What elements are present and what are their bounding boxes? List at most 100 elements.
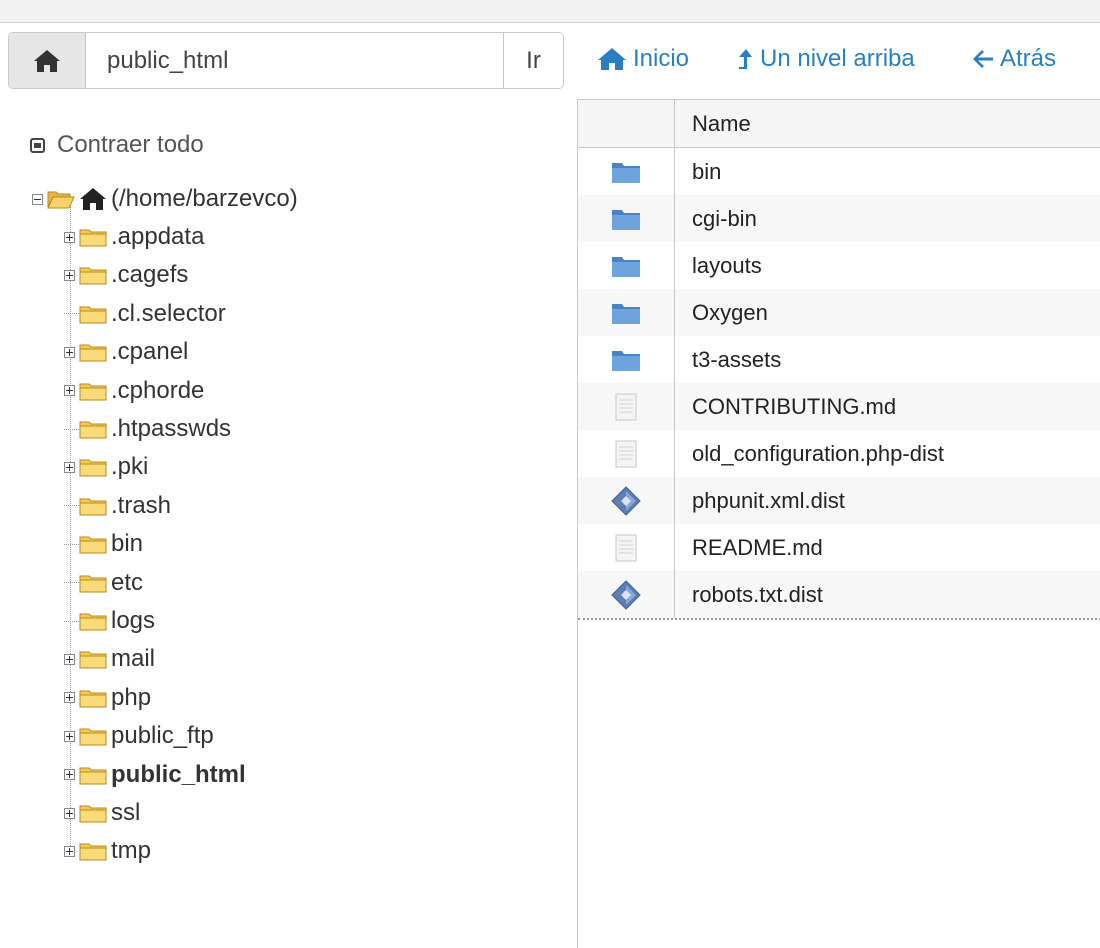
tree-item[interactable]: public_ftp	[64, 717, 214, 755]
tree-connector	[64, 313, 79, 315]
file-name[interactable]: phpunit.xml.dist	[675, 477, 1100, 524]
tree-item-label: .cagefs	[111, 261, 189, 289]
expand-toggle[interactable]	[64, 461, 75, 473]
name-column-header[interactable]: Name	[675, 100, 1100, 147]
expand-toggle[interactable]	[64, 269, 75, 281]
folder-icon	[79, 421, 107, 439]
file-row[interactable]: CONTRIBUTING.md	[578, 383, 1100, 430]
file-icon-cell	[578, 477, 675, 524]
tree-root[interactable]: (/home/barzevco)	[32, 180, 298, 218]
file-row[interactable]: robots.txt.dist	[578, 571, 1100, 618]
tree-connector	[64, 620, 79, 622]
file-name[interactable]: bin	[675, 148, 1100, 195]
folder-icon	[612, 162, 640, 183]
tree-item-label: ssl	[111, 799, 141, 826]
folder-icon	[79, 267, 107, 285]
open-folder-icon	[47, 191, 75, 209]
tree-item[interactable]: bin	[64, 525, 143, 563]
document-icon	[615, 534, 637, 561]
tree-item-label: logs	[111, 607, 156, 634]
file-icon-cell	[578, 242, 675, 289]
tree-item-label: public_html	[111, 760, 246, 788]
up-one-level-link[interactable]: Un nivel arriba	[738, 45, 915, 73]
tree-item-label: tmp	[111, 837, 152, 865]
tree-item[interactable]: .cl.selector	[64, 295, 226, 333]
file-row[interactable]: old_configuration.php-dist	[578, 430, 1100, 477]
tree-item-label: php	[111, 683, 152, 711]
tree-item[interactable]: ssl	[64, 794, 140, 832]
tree-item-label: .htpasswds	[111, 415, 232, 442]
collapse-icon	[30, 137, 45, 153]
home-icon	[80, 188, 106, 210]
tree-item[interactable]: .cphorde	[64, 372, 204, 410]
folder-icon	[79, 805, 107, 823]
tree-item[interactable]: .appdata	[64, 218, 204, 256]
file-name[interactable]: README.md	[675, 524, 1100, 571]
tree-item[interactable]: tmp	[64, 832, 151, 870]
file-row[interactable]: cgi-bin	[578, 195, 1100, 242]
file-row[interactable]: phpunit.xml.dist	[578, 477, 1100, 524]
file-icon-cell	[578, 289, 675, 336]
collapse-toggle[interactable]	[32, 193, 43, 205]
tree-item[interactable]: logs	[64, 602, 155, 640]
tree-root-label: (/home/barzevco)	[111, 185, 298, 212]
tree-item[interactable]: public_html	[64, 756, 246, 794]
expand-toggle[interactable]	[64, 845, 75, 857]
tree-item[interactable]: .trash	[64, 487, 171, 525]
go-button[interactable]: Ir	[503, 33, 563, 88]
file-name[interactable]: old_configuration.php-dist	[675, 430, 1100, 477]
document-icon	[615, 393, 637, 420]
tree-item[interactable]: .htpasswds	[64, 410, 231, 448]
tree-item[interactable]: mail	[64, 640, 155, 678]
expand-toggle[interactable]	[64, 769, 75, 781]
folder-icon	[79, 728, 107, 746]
tree-item[interactable]: .cpanel	[64, 333, 188, 371]
file-row[interactable]: layouts	[578, 242, 1100, 289]
back-link[interactable]: Atrás	[972, 45, 1056, 73]
file-icon-cell	[578, 383, 675, 430]
file-icon-cell	[578, 571, 675, 618]
directory-tree: (/home/barzevco) .appdata .cagefs .cl.sele…	[0, 180, 560, 880]
expand-toggle[interactable]	[64, 346, 75, 358]
home-directory-button[interactable]	[9, 33, 86, 88]
window-top-strip	[0, 0, 1100, 23]
folder-icon	[79, 383, 107, 401]
tree-connector	[64, 543, 79, 545]
file-name[interactable]: Oxygen	[675, 289, 1100, 336]
folder-icon	[612, 350, 640, 371]
file-row[interactable]: t3-assets	[578, 336, 1100, 383]
folder-icon	[79, 498, 107, 516]
file-name[interactable]: cgi-bin	[675, 195, 1100, 242]
tree-item[interactable]: etc	[64, 564, 143, 602]
file-name[interactable]: CONTRIBUTING.md	[675, 383, 1100, 430]
path-input[interactable]	[86, 33, 503, 88]
folder-icon	[612, 303, 640, 324]
tree-item-label: .appdata	[111, 223, 205, 250]
file-name[interactable]: t3-assets	[675, 336, 1100, 383]
folder-icon	[79, 690, 107, 708]
expand-toggle[interactable]	[64, 385, 75, 397]
home-link[interactable]: Inicio	[597, 45, 689, 73]
tree-connector	[64, 582, 79, 584]
xml-file-icon	[611, 579, 641, 610]
tree-item-label: .cpanel	[111, 338, 189, 366]
file-row[interactable]: README.md	[578, 524, 1100, 571]
tree-connector	[64, 428, 79, 430]
expand-toggle[interactable]	[64, 692, 75, 704]
file-name[interactable]: robots.txt.dist	[675, 571, 1100, 618]
expand-toggle[interactable]	[64, 730, 75, 742]
back-link-label: Atrás	[1000, 45, 1057, 72]
file-row[interactable]: bin	[578, 148, 1100, 195]
expand-toggle[interactable]	[64, 231, 75, 243]
tree-item[interactable]: .cagefs	[64, 256, 188, 294]
tree-item[interactable]: .pki	[64, 448, 148, 486]
document-icon	[615, 440, 637, 467]
expand-toggle[interactable]	[64, 807, 75, 819]
level-up-icon	[739, 49, 752, 69]
collapse-all-button[interactable]: Contraer todo	[30, 131, 204, 159]
tree-item[interactable]: php	[64, 679, 151, 717]
file-row[interactable]: Oxygen	[578, 289, 1100, 336]
tree-item-label: etc	[111, 568, 144, 596]
expand-toggle[interactable]	[64, 653, 75, 665]
file-name[interactable]: layouts	[675, 242, 1100, 289]
